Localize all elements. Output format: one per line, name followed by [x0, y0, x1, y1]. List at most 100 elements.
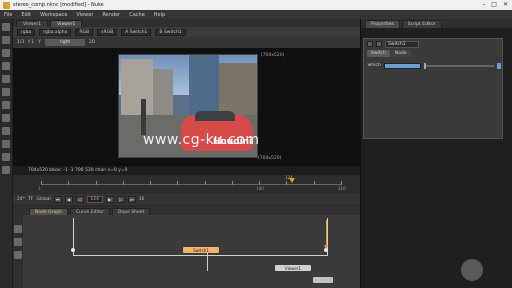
- nodegraph-side-icons: [13, 215, 23, 288]
- step-value[interactable]: 10: [139, 197, 145, 202]
- step-back-button[interactable]: ◁: [75, 196, 84, 203]
- transport-bar: 24* TF Global ⏮ ◀ ◁ 124 ▶ ▷ ⏭ 10: [13, 194, 360, 205]
- which-row: which: [367, 61, 501, 70]
- lut-dropdown[interactable]: sRGB: [97, 28, 118, 36]
- tab-viewer1-a[interactable]: Viewer1: [16, 20, 49, 27]
- playhead-marker[interactable]: [289, 178, 295, 183]
- menu-render[interactable]: Render: [102, 12, 120, 18]
- scene-building: [153, 69, 173, 119]
- close-icon[interactable]: ✕: [503, 1, 508, 8]
- timeline-tick: [341, 181, 342, 185]
- which-animate-icon[interactable]: [497, 62, 501, 69]
- node-dot[interactable]: [324, 248, 328, 252]
- frame-y-label: Y: [38, 40, 41, 45]
- menu-cache[interactable]: Cache: [129, 12, 145, 18]
- menu-help[interactable]: Help: [154, 12, 165, 18]
- tab-node-graph[interactable]: Node Graph: [29, 208, 68, 215]
- timeline-tick-label: 110: [338, 186, 346, 191]
- which-slider-knob[interactable]: [423, 62, 426, 69]
- right-view-button[interactable]: right: [44, 39, 85, 46]
- colorspace-dropdown[interactable]: RGB: [75, 28, 94, 36]
- maximize-icon[interactable]: □: [491, 1, 497, 8]
- time-tool-icon[interactable]: [2, 49, 10, 57]
- switch-properties: Switch1 Switch Node which: [363, 38, 503, 139]
- nodegraph-tool-icon[interactable]: [14, 251, 22, 259]
- timeline[interactable]: 124 1 100 110: [13, 175, 360, 194]
- filter-tool-icon[interactable]: [2, 88, 10, 96]
- draw-tool-icon[interactable]: [2, 36, 10, 44]
- views-tool-icon[interactable]: [2, 153, 10, 161]
- image-tool-icon[interactable]: [2, 23, 10, 31]
- tab-node[interactable]: Node: [390, 50, 411, 57]
- tab-script-editor[interactable]: Script Editor: [401, 20, 442, 28]
- which-slider[interactable]: [423, 62, 495, 69]
- switch-node[interactable]: Switch1: [183, 247, 219, 253]
- gain-label[interactable]: f 1: [28, 40, 34, 45]
- tf-label[interactable]: TF: [28, 197, 33, 202]
- viewer-info-bar: 704x520 bbox: -1 -1 706 530 chan x=0 y=0: [13, 166, 360, 175]
- merge-tool-icon[interactable]: [2, 114, 10, 122]
- viewer-node[interactable]: Viewer1: [275, 265, 311, 271]
- which-label: which: [367, 63, 381, 68]
- menu-edit[interactable]: Edit: [21, 12, 31, 18]
- timeline-tick: [286, 181, 288, 185]
- last-frame-button[interactable]: ⏭: [127, 196, 136, 203]
- channels-dropdown[interactable]: rgba: [17, 28, 36, 36]
- node-graph-canvas[interactable]: Switch1 Viewer1: [13, 215, 360, 288]
- connection-line: [207, 253, 208, 271]
- timeline-tick-label: 100: [256, 186, 264, 191]
- tab-dope-sheet[interactable]: Dope Sheet: [112, 208, 151, 215]
- scene-post: [141, 99, 146, 135]
- format-label-top: (704x520): [261, 53, 285, 58]
- input-b-dropdown[interactable]: B Switch1: [155, 28, 186, 36]
- zoom-label[interactable]: 1/3: [17, 40, 24, 45]
- timeline-tick: [150, 181, 152, 185]
- tab-properties[interactable]: Properties: [365, 20, 400, 28]
- timeline-tick: [41, 181, 42, 185]
- timeline-tick: [177, 181, 179, 185]
- fps-label[interactable]: 24*: [17, 197, 25, 202]
- current-frame-field[interactable]: 124: [86, 196, 103, 203]
- color-tool-icon[interactable]: [2, 75, 10, 83]
- menu-viewer[interactable]: Viewer: [76, 12, 93, 18]
- format-label-bottom: (704x520): [258, 156, 282, 161]
- alpha-dropdown[interactable]: rgba.alpha: [39, 28, 72, 36]
- timeline-tick: [313, 181, 315, 185]
- props-icon[interactable]: [367, 41, 373, 47]
- props-icon[interactable]: [376, 41, 382, 47]
- props-header: Switch1: [364, 39, 504, 49]
- menu-file[interactable]: File: [4, 12, 12, 18]
- play-button[interactable]: ▶: [105, 196, 114, 203]
- input-a-dropdown[interactable]: A Switch1: [121, 28, 152, 36]
- view-mode-label[interactable]: 2D: [89, 40, 95, 45]
- step-forward-button[interactable]: ▷: [116, 196, 125, 203]
- timeline-ruler[interactable]: [41, 184, 341, 185]
- global-label[interactable]: Global: [36, 197, 50, 202]
- nodegraph-tool-icon[interactable]: [14, 238, 22, 246]
- tab-switch[interactable]: Switch: [367, 50, 390, 57]
- keyer-tool-icon[interactable]: [2, 101, 10, 109]
- 3d-tool-icon[interactable]: [2, 140, 10, 148]
- nodegraph-tool-icon[interactable]: [14, 225, 22, 233]
- which-field[interactable]: [383, 62, 421, 69]
- menu-workspace[interactable]: Workspace: [40, 12, 67, 18]
- viewer-controls-top: rgba rgba.alpha RGB sRGB A Switch1 B Swi…: [13, 27, 360, 37]
- node-dot[interactable]: [71, 248, 75, 252]
- tab-curve-editor[interactable]: Curve Editor: [69, 208, 111, 215]
- tab-viewer1-b[interactable]: Viewer1: [50, 20, 83, 27]
- other-tool-icon[interactable]: [2, 166, 10, 174]
- timeline-tick: [95, 181, 97, 185]
- channel-tool-icon[interactable]: [2, 62, 10, 70]
- minimize-icon[interactable]: –: [482, 1, 485, 8]
- prev-key-button[interactable]: ◀: [64, 196, 73, 203]
- transform-tool-icon[interactable]: [2, 127, 10, 135]
- viewer-canvas[interactable]: Houdini (704x520) (704x520) www.cg-ku.co…: [13, 48, 360, 166]
- properties-tabs: Properties Script Editor: [361, 19, 512, 28]
- first-frame-button[interactable]: ⏮: [53, 196, 62, 203]
- properties-panel: Properties Script Editor Switch1 Switch …: [360, 19, 512, 288]
- pipe-arrow: [326, 220, 327, 248]
- node-name-field[interactable]: Switch1: [385, 40, 419, 48]
- small-node[interactable]: [313, 277, 333, 283]
- menu-bar: File Edit Workspace Viewer Render Cache …: [0, 10, 512, 19]
- node-tabs: Switch Node: [367, 50, 411, 57]
